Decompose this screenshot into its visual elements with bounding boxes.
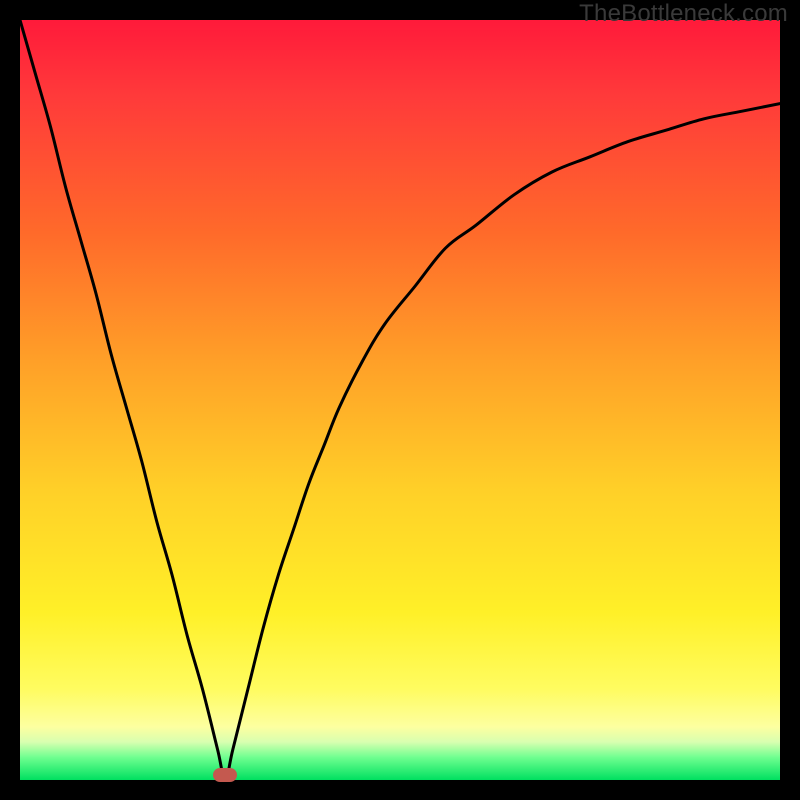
plot-area [20,20,780,780]
optimum-marker [213,768,237,782]
bottleneck-curve [20,20,780,780]
watermark-text: TheBottleneck.com [579,0,788,28]
chart-frame: TheBottleneck.com [0,0,800,800]
